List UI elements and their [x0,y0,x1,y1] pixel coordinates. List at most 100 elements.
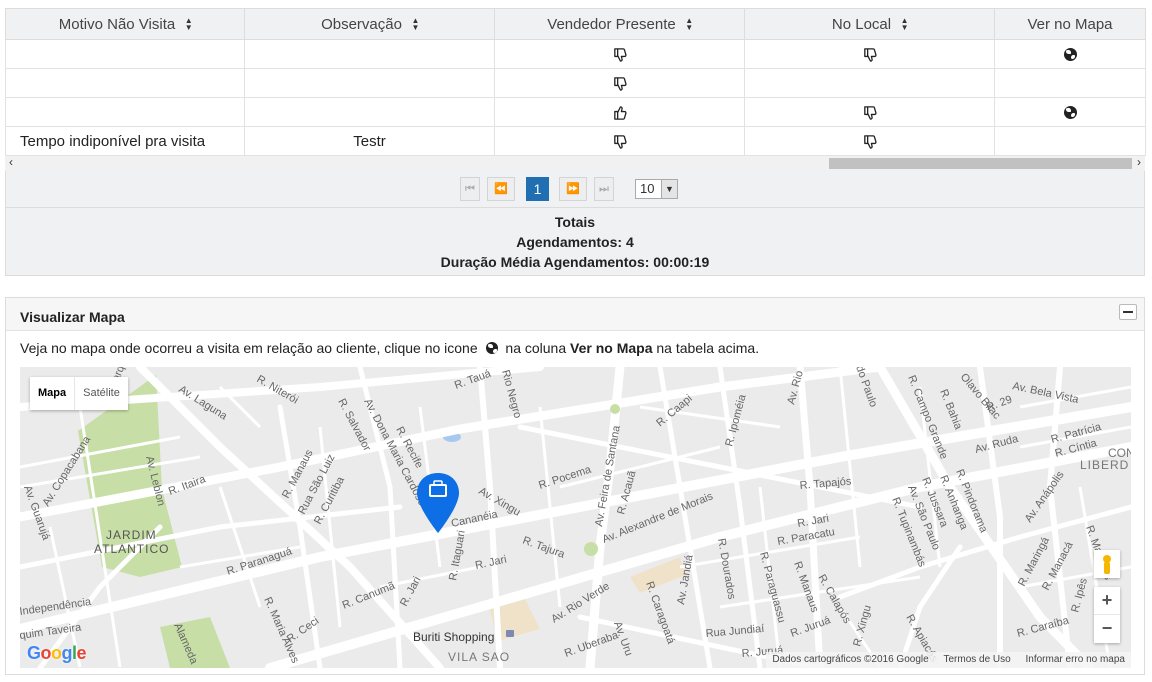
street-label: R. Ipês [1069,577,1090,614]
roundabout [584,542,598,556]
table-row[interactable] [5,39,1146,69]
scrollbar-thumb[interactable] [829,158,1132,169]
map-type-mapa-button[interactable]: Mapa [30,377,76,410]
thumbs-up-icon [612,103,628,120]
zoom-out-button[interactable]: − [1094,615,1120,643]
thumbs-down-icon [612,74,628,91]
roundabout [610,404,620,414]
terms-link[interactable]: Termos de Uso [943,654,1010,665]
cell-vendedor-presente [494,68,745,98]
street-label: R. Juruá [789,614,833,640]
cell-observacao [244,68,495,98]
scroll-right-icon[interactable]: › [1137,155,1141,169]
column-header-motivo[interactable]: Motivo Não Visita ▲▼ [5,8,245,40]
district-label: VILA SAO [448,650,510,664]
column-header-label: Ver no Mapa [1027,15,1113,33]
street-label: R. Bahia [937,388,964,432]
map-type-control: Mapa Satélite [30,377,128,410]
street-label: R. Jari [398,575,424,609]
park-label: JARDIM [106,528,157,542]
cell-observacao [244,39,495,69]
totals-footer: Totais Agendamentos: 4 Duração Média Age… [5,207,1145,276]
map-instructions: Veja no mapa onde ocorreu a visita em re… [20,340,759,356]
column-header-label: Motivo Não Visita [58,15,176,33]
cell-no-local [744,126,995,156]
rows-per-page-select[interactable]: 10 ▼ [635,179,678,199]
thumbs-down-icon [862,132,878,149]
zoom-in-button[interactable]: + [1094,587,1120,615]
cell-no-local [744,39,995,69]
sort-updown-icon[interactable]: ▲▼ [184,16,193,30]
thumbs-down-icon [612,132,628,149]
map-panel-header: Visualizar Mapa [6,298,1144,331]
cell-vendedor-presente [494,39,745,69]
rows-per-page-value: 10 [640,181,655,196]
instructions-text: na tabela acima. [656,340,760,356]
table-row[interactable] [5,97,1146,127]
scroll-left-icon[interactable]: ‹ [9,155,13,169]
google-logo-letter: e [76,643,87,663]
thumbs-down-icon [612,45,628,62]
column-header-vendedor[interactable]: Vendedor Presente ▲▼ [494,8,745,40]
cell-no-local [744,97,995,127]
sort-updown-icon[interactable]: ▲▼ [685,16,694,30]
cell-motivo [5,68,245,98]
column-header-label: Vendedor Presente [547,15,676,33]
cell-vendedor-presente [494,97,745,127]
street-label: R. Itaguari [447,529,468,581]
sort-updown-icon[interactable]: ▲▼ [411,16,420,30]
column-header-label: No Local [831,15,892,33]
chevron-down-icon[interactable]: ▼ [661,180,677,198]
park-label: ATLANTICO [94,542,169,556]
results-grid: Motivo Não Visita ▲▼ Observação ▲▼ Vendedo… [5,8,1146,156]
map-canvas[interactable]: R. Niterói R. Tauá Rio Negro Av. Laguna … [20,367,1131,668]
last-page-button[interactable]: ⏭ [594,177,614,201]
shopping-bag-icon [506,630,514,637]
instructions-text: Veja no mapa onde ocorreu a visita em re… [20,340,478,356]
table-row[interactable] [5,68,1146,98]
cell-motivo: Tempo indiponível pra visita [5,126,245,156]
last-page-icon: ⏭ [599,183,609,195]
cell-no-local [744,68,995,98]
thumbs-down-icon [862,45,878,62]
column-header-ver-no-mapa: Ver no Mapa [994,8,1146,40]
table-row[interactable]: Tempo indiponível pra visita Testr [5,126,1146,156]
street-label: R. Paraguassu [757,551,787,624]
map-panel: Visualizar Mapa Veja no mapa onde ocorre… [5,297,1145,675]
district-label: LIBERD [1080,458,1129,472]
map-attribution: Dados cartográficos ©2016 Google Termos … [766,652,1131,668]
cell-ver-no-mapa [994,39,1146,69]
cell-ver-no-mapa [994,68,1146,98]
first-page-icon: ⏮ [465,183,475,195]
pegman-icon[interactable] [1094,550,1120,578]
instructions-column-name: Ver no Mapa [570,340,653,356]
first-page-button[interactable]: ⏮ [460,177,480,201]
report-error-link[interactable]: Informar erro no mapa [1026,654,1126,665]
google-map[interactable]: R. Niterói R. Tauá Rio Negro Av. Laguna … [20,367,1131,668]
column-header-no-local[interactable]: No Local ▲▼ [744,8,995,40]
map-type-satellite-button[interactable]: Satélite [75,377,128,410]
street-label: R. Dourados [715,537,738,600]
prev-page-button[interactable]: ⏪ [487,177,515,201]
table-header-row: Motivo Não Visita ▲▼ Observação ▲▼ Vendedo… [5,8,1146,40]
page-1-button[interactable]: 1 [526,177,549,201]
table-body: Tempo indiponível pra visita Testr [5,39,1146,156]
street-label: Av. Anápolis [1023,469,1067,525]
results-table: Motivo Não Visita ▲▼ Observação ▲▼ Vendedo… [5,8,1146,156]
horizontal-scrollbar[interactable]: ‹ › [5,155,1145,171]
collapse-panel-button[interactable] [1119,304,1137,320]
map-data-credit: Dados cartográficos ©2016 Google [772,654,929,665]
google-logo: Google [27,643,87,664]
sort-updown-icon[interactable]: ▲▼ [900,16,909,30]
next-page-button[interactable]: ⏩ [559,177,587,201]
globe-icon[interactable] [1063,106,1077,120]
google-logo-letter: g [61,643,73,663]
street-label: R. Tajura [521,535,567,562]
globe-icon [485,342,498,354]
column-header-observacao[interactable]: Observação ▲▼ [244,8,495,40]
totals-title: Totais [554,214,596,230]
globe-icon[interactable] [1063,48,1077,62]
google-logo-letter: G [27,643,41,663]
instructions-text: na coluna [505,340,567,356]
prev-page-icon: ⏪ [494,183,508,195]
